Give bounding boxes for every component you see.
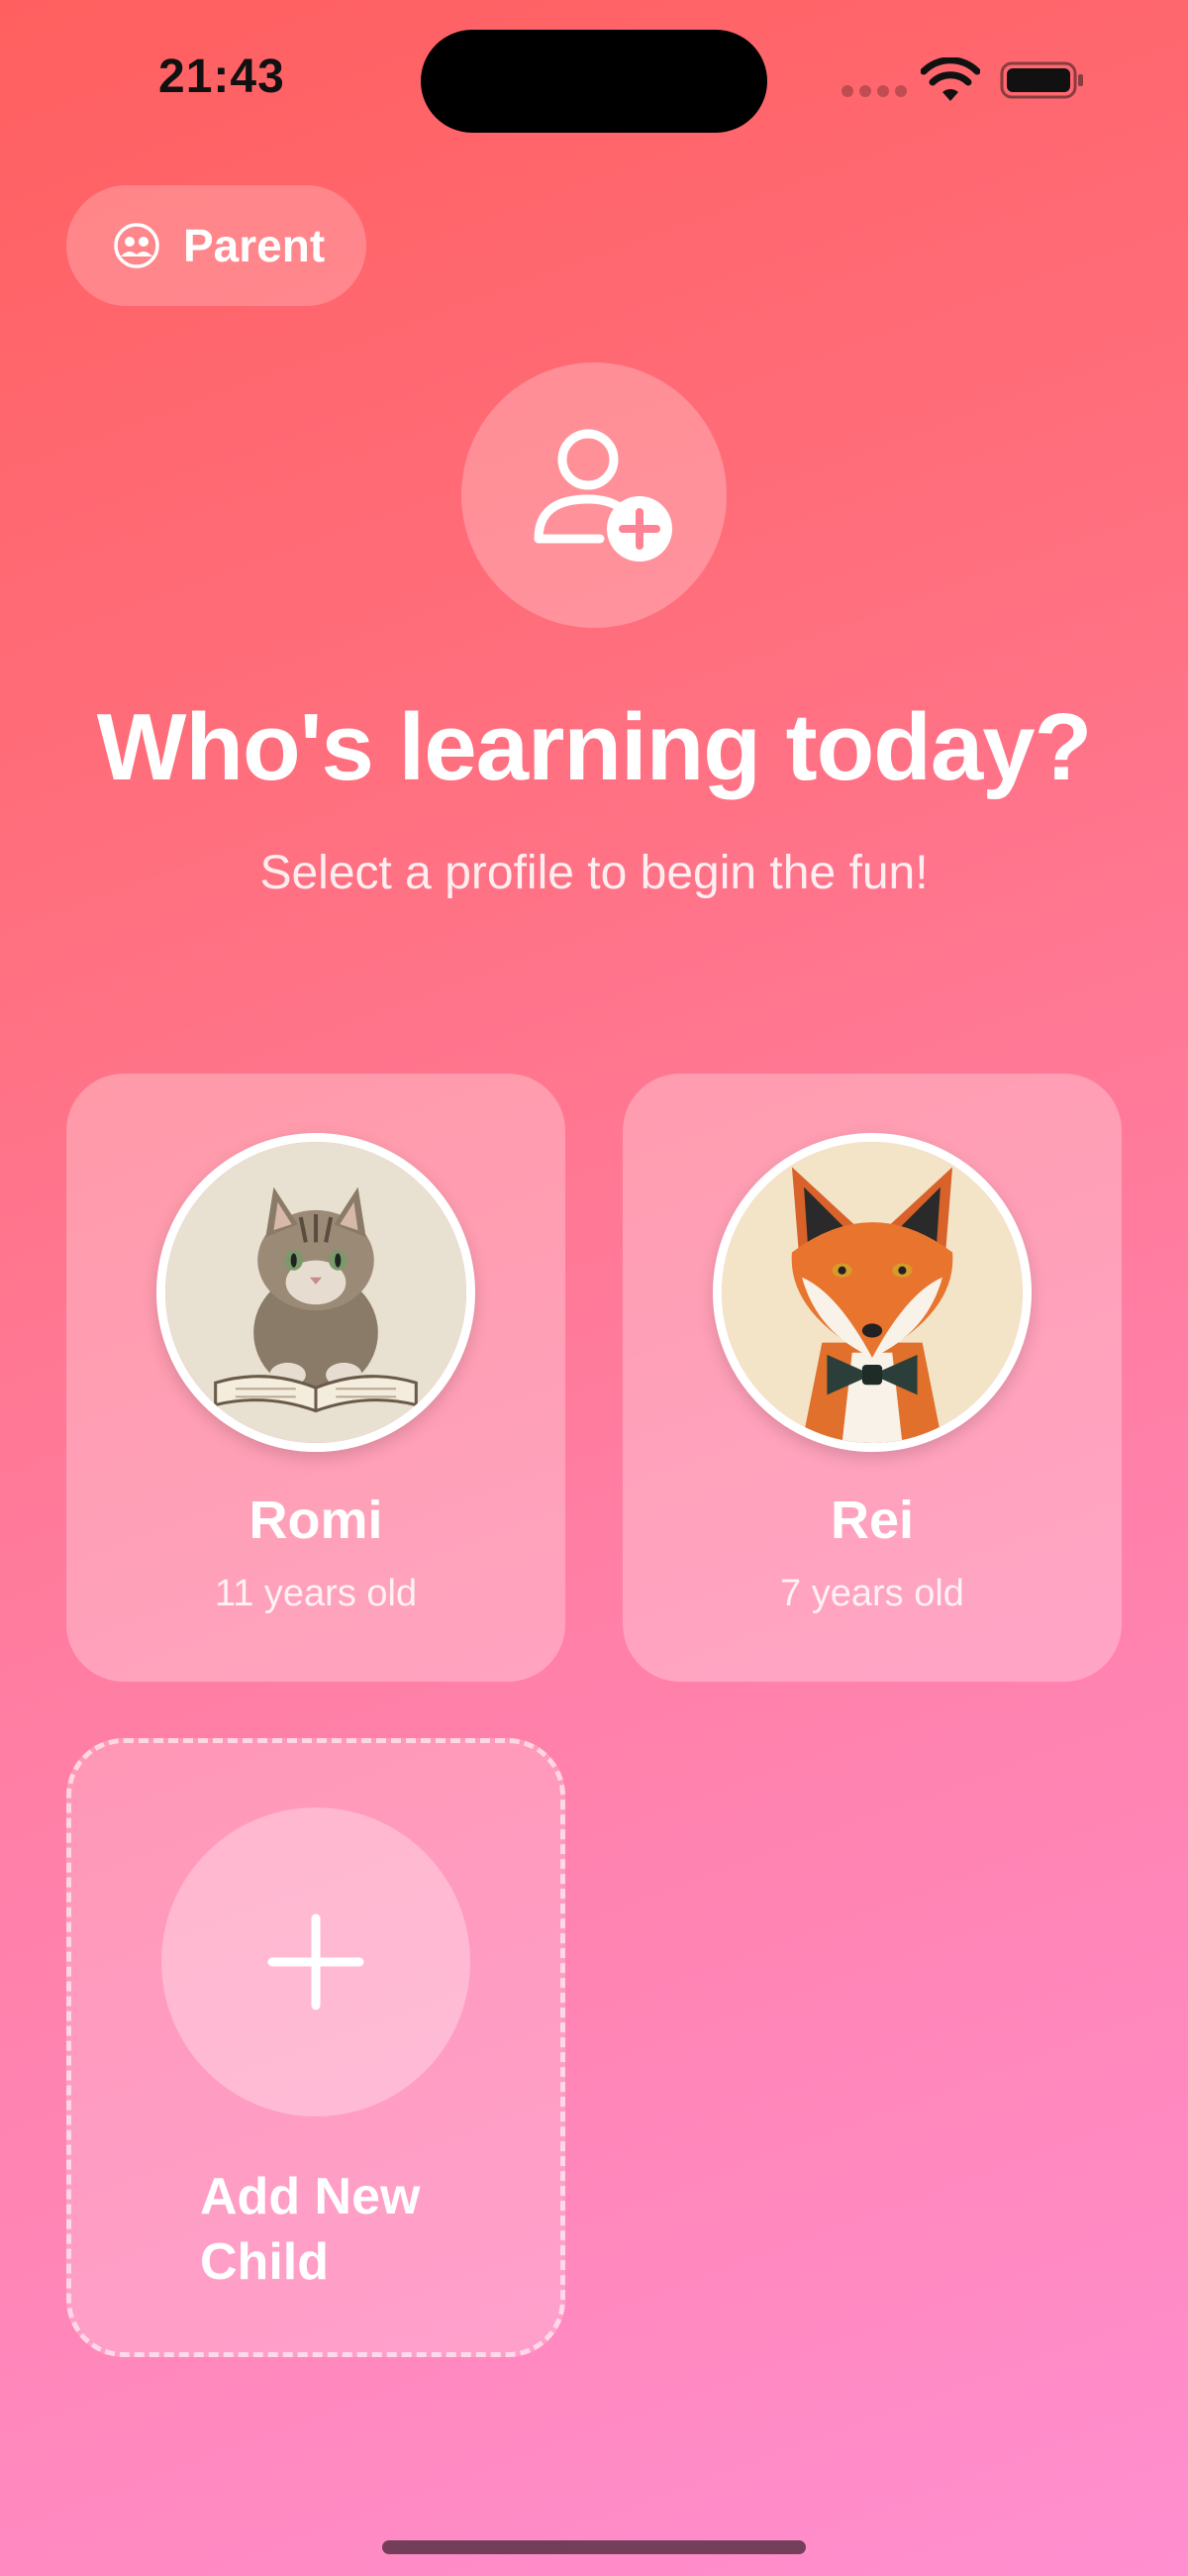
status-time: 21:43 xyxy=(158,51,285,103)
person-add-icon xyxy=(534,429,672,562)
profile-card-rei[interactable]: Rei 7 years old xyxy=(623,1074,1122,1682)
wifi-icon xyxy=(921,57,980,101)
status-bar: 21:43 xyxy=(0,0,1188,158)
battery-icon xyxy=(1000,61,1083,99)
profile-card-romi[interactable]: Romi 11 years old xyxy=(66,1074,565,1682)
page-subtitle: Select a profile to begin the fun! xyxy=(259,847,929,899)
add-new-child-card[interactable]: Add New Child xyxy=(66,1738,565,2357)
add-child-label: Add New Child xyxy=(200,2168,421,2291)
parent-button-label: Parent xyxy=(183,220,326,271)
dynamic-island xyxy=(421,30,767,133)
add-child-circle xyxy=(161,1807,470,2116)
home-indicator[interactable] xyxy=(382,2540,806,2554)
profile-age: 11 years old xyxy=(214,1573,418,1614)
page-title: Who's learning today? xyxy=(96,694,1093,800)
parent-button[interactable]: Parent xyxy=(66,185,366,306)
profile-name: Rei xyxy=(830,1491,915,1550)
plus-icon xyxy=(267,1913,364,2010)
profile-age: 7 years old xyxy=(780,1573,964,1614)
add-profile-badge xyxy=(461,362,727,628)
fox-bowtie-avatar xyxy=(713,1133,1032,1452)
family-icon xyxy=(114,223,159,268)
cat-reading-book-avatar xyxy=(156,1133,475,1452)
profile-name: Romi xyxy=(248,1491,383,1550)
cellular-signal-icon xyxy=(842,85,907,97)
